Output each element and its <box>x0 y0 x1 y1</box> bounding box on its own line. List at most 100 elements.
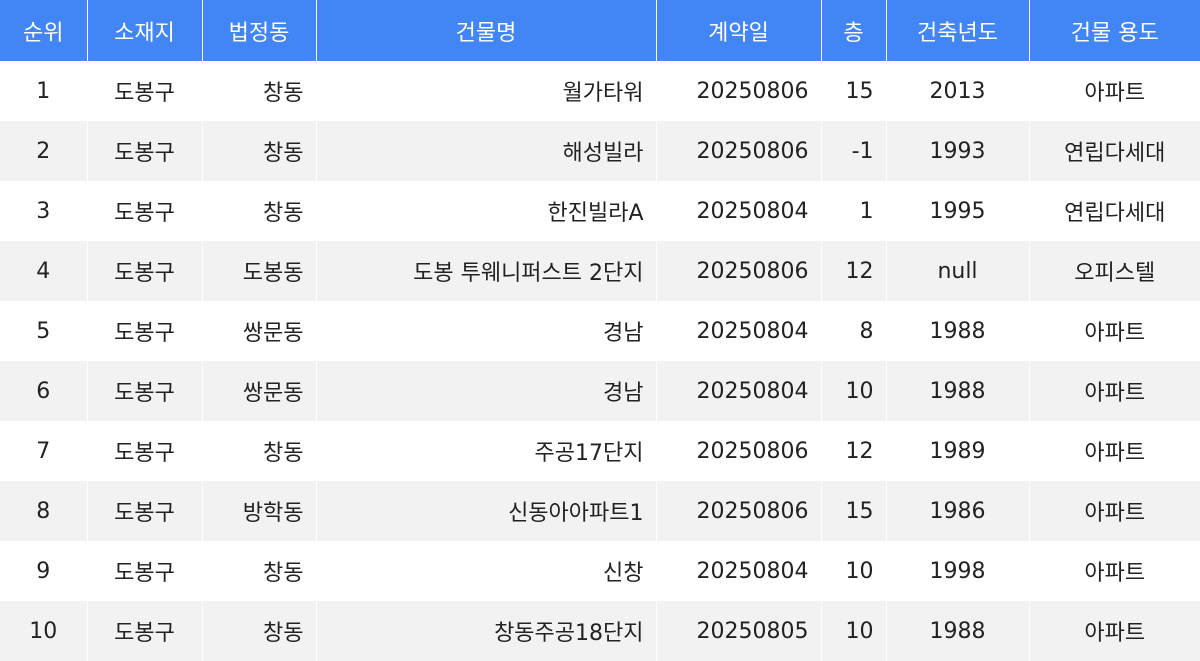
building-use-cell: 오피스텔 <box>1029 241 1200 301</box>
column-header-dong[interactable]: 법정동 <box>202 0 317 61</box>
table-header: 순위 소재지 법정동 건물명 계약일 층 건축년도 건물 용도 <box>0 0 1200 61</box>
district-cell: 도봉구 <box>87 541 203 601</box>
district-cell: 도봉구 <box>87 361 203 421</box>
dong-cell: 창동 <box>202 121 317 181</box>
column-header-district[interactable]: 소재지 <box>87 0 203 61</box>
district-cell: 도봉구 <box>87 421 203 481</box>
district-cell: 도봉구 <box>87 301 203 361</box>
dong-cell: 창동 <box>202 61 317 121</box>
building-name-cell: 주공17단지 <box>316 421 657 481</box>
contract-date-cell: 20250804 <box>656 541 822 601</box>
dong-cell: 창동 <box>202 181 317 241</box>
rank-cell: 4 <box>0 241 88 301</box>
district-cell: 도봉구 <box>87 121 203 181</box>
transactions-table: 순위 소재지 법정동 건물명 계약일 층 건축년도 건물 용도 1 도봉구 창동 월가… <box>0 0 1200 661</box>
rank-cell: 9 <box>0 541 88 601</box>
building-name-cell: 신동아아파트1 <box>316 481 657 541</box>
column-header-build-year[interactable]: 건축년도 <box>886 0 1030 61</box>
build-year-cell: 1995 <box>886 181 1030 241</box>
floor-cell: 15 <box>821 481 887 541</box>
rank-cell: 6 <box>0 361 88 421</box>
floor-cell: -1 <box>821 121 887 181</box>
dong-cell: 방학동 <box>202 481 317 541</box>
contract-date-cell: 20250806 <box>656 481 822 541</box>
district-cell: 도봉구 <box>87 61 203 121</box>
floor-cell: 15 <box>821 61 887 121</box>
floor-cell: 12 <box>821 241 887 301</box>
rank-cell: 8 <box>0 481 88 541</box>
dong-cell: 창동 <box>202 541 317 601</box>
build-year-cell: 2013 <box>886 61 1030 121</box>
table-row[interactable]: 9 도봉구 창동 신창 20250804 10 1998 아파트 <box>0 541 1200 601</box>
floor-cell: 10 <box>821 601 887 661</box>
build-year-cell: 1988 <box>886 301 1030 361</box>
table-row[interactable]: 1 도봉구 창동 월가타워 20250806 15 2013 아파트 <box>0 61 1200 121</box>
building-name-cell: 창동주공18단지 <box>316 601 657 661</box>
district-cell: 도봉구 <box>87 181 203 241</box>
build-year-cell: 1988 <box>886 361 1030 421</box>
building-use-cell: 아파트 <box>1029 421 1200 481</box>
rank-cell: 2 <box>0 121 88 181</box>
building-name-cell: 경남 <box>316 301 657 361</box>
column-header-building-use[interactable]: 건물 용도 <box>1029 0 1200 61</box>
floor-cell: 8 <box>821 301 887 361</box>
table-row[interactable]: 10 도봉구 창동 창동주공18단지 20250805 10 1988 아파트 <box>0 601 1200 661</box>
rank-cell: 10 <box>0 601 88 661</box>
rank-cell: 3 <box>0 181 88 241</box>
build-year-cell: 1988 <box>886 601 1030 661</box>
floor-cell: 10 <box>821 361 887 421</box>
contract-date-cell: 20250806 <box>656 121 822 181</box>
building-name-cell: 도봉 투웨니퍼스트 2단지 <box>316 241 657 301</box>
floor-cell: 12 <box>821 421 887 481</box>
dong-cell: 쌍문동 <box>202 361 317 421</box>
header-row: 순위 소재지 법정동 건물명 계약일 층 건축년도 건물 용도 <box>0 0 1200 61</box>
table-row[interactable]: 3 도봉구 창동 한진빌라A 20250804 1 1995 연립다세대 <box>0 181 1200 241</box>
building-name-cell: 해성빌라 <box>316 121 657 181</box>
building-use-cell: 아파트 <box>1029 541 1200 601</box>
column-header-rank[interactable]: 순위 <box>0 0 88 61</box>
dong-cell: 도봉동 <box>202 241 317 301</box>
contract-date-cell: 20250804 <box>656 301 822 361</box>
rank-cell: 5 <box>0 301 88 361</box>
table-row[interactable]: 2 도봉구 창동 해성빌라 20250806 -1 1993 연립다세대 <box>0 121 1200 181</box>
dong-cell: 창동 <box>202 601 317 661</box>
build-year-cell: 1989 <box>886 421 1030 481</box>
building-use-cell: 아파트 <box>1029 301 1200 361</box>
building-use-cell: 아파트 <box>1029 361 1200 421</box>
building-use-cell: 아파트 <box>1029 481 1200 541</box>
column-header-contract-date[interactable]: 계약일 <box>656 0 822 61</box>
dong-cell: 창동 <box>202 421 317 481</box>
build-year-cell: null <box>886 241 1030 301</box>
dong-cell: 쌍문동 <box>202 301 317 361</box>
building-name-cell: 경남 <box>316 361 657 421</box>
table-row[interactable]: 6 도봉구 쌍문동 경남 20250804 10 1988 아파트 <box>0 361 1200 421</box>
table-row[interactable]: 4 도봉구 도봉동 도봉 투웨니퍼스트 2단지 20250806 12 null 오피스텔 <box>0 241 1200 301</box>
column-header-building-name[interactable]: 건물명 <box>316 0 657 61</box>
column-header-floor[interactable]: 층 <box>821 0 887 61</box>
district-cell: 도봉구 <box>87 601 203 661</box>
rank-cell: 1 <box>0 61 88 121</box>
build-year-cell: 1993 <box>886 121 1030 181</box>
building-use-cell: 아파트 <box>1029 61 1200 121</box>
contract-date-cell: 20250805 <box>656 601 822 661</box>
building-name-cell: 신창 <box>316 541 657 601</box>
build-year-cell: 1998 <box>886 541 1030 601</box>
table-row[interactable]: 8 도봉구 방학동 신동아아파트1 20250806 15 1986 아파트 <box>0 481 1200 541</box>
build-year-cell: 1986 <box>886 481 1030 541</box>
contract-date-cell: 20250804 <box>656 181 822 241</box>
building-use-cell: 연립다세대 <box>1029 181 1200 241</box>
building-use-cell: 연립다세대 <box>1029 121 1200 181</box>
contract-date-cell: 20250806 <box>656 421 822 481</box>
contract-date-cell: 20250806 <box>656 241 822 301</box>
table-row[interactable]: 7 도봉구 창동 주공17단지 20250806 12 1989 아파트 <box>0 421 1200 481</box>
contract-date-cell: 20250804 <box>656 361 822 421</box>
district-cell: 도봉구 <box>87 481 203 541</box>
table-body: 1 도봉구 창동 월가타워 20250806 15 2013 아파트 2 도봉구 창동 해성빌라 202… <box>0 61 1200 661</box>
building-name-cell: 월가타워 <box>316 61 657 121</box>
floor-cell: 1 <box>821 181 887 241</box>
table-row[interactable]: 5 도봉구 쌍문동 경남 20250804 8 1988 아파트 <box>0 301 1200 361</box>
floor-cell: 10 <box>821 541 887 601</box>
district-cell: 도봉구 <box>87 241 203 301</box>
rank-cell: 7 <box>0 421 88 481</box>
building-name-cell: 한진빌라A <box>316 181 657 241</box>
